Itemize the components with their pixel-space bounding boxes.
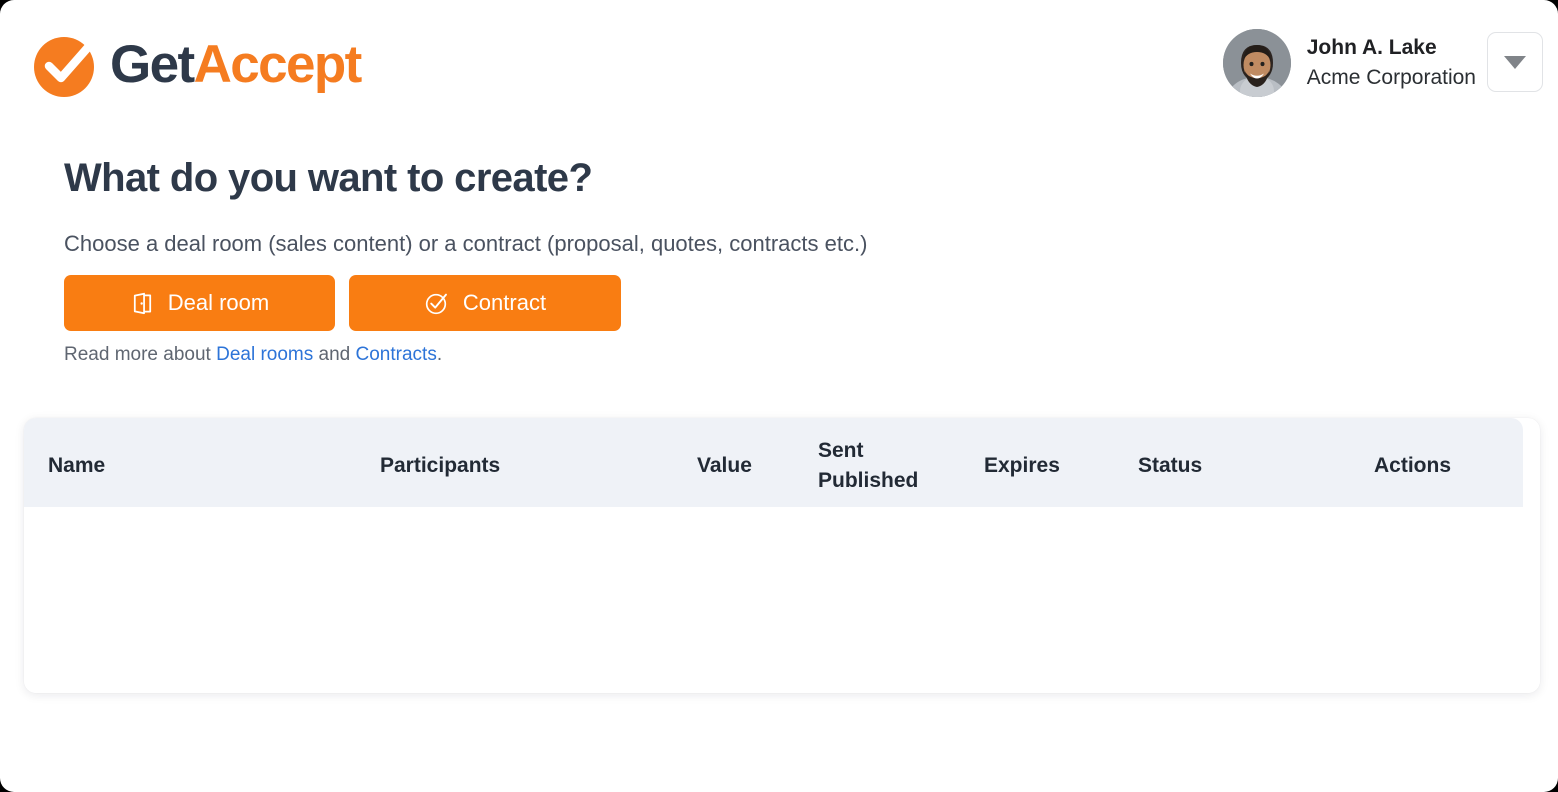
create-contract-label: Contract xyxy=(462,290,547,315)
deal-rooms-link[interactable]: Deal rooms xyxy=(216,344,313,365)
create-deal-room-button[interactable]: Deal room xyxy=(64,275,335,331)
avatar xyxy=(1222,29,1291,97)
column-header-sent-published[interactable]: Sent Published xyxy=(818,436,918,497)
chevron-down-icon xyxy=(1504,55,1526,69)
app-page: GetAccept John A. Lake Acme Corporation … xyxy=(0,0,1558,792)
column-header-value[interactable]: Value xyxy=(697,451,752,481)
user-organization: Acme Corporation xyxy=(1306,65,1476,89)
contracts-link[interactable]: Contracts xyxy=(356,344,437,365)
check-circle-icon xyxy=(424,290,450,316)
create-deal-room-label: Deal room xyxy=(167,290,270,315)
read-more-suffix: . xyxy=(436,344,443,365)
user-menu-dropdown-button[interactable] xyxy=(1487,32,1543,92)
create-actions: Deal room Contract xyxy=(64,275,621,331)
open-door-icon xyxy=(130,291,155,316)
column-header-participants[interactable]: Participants xyxy=(380,451,500,481)
column-header-name[interactable]: Name xyxy=(48,451,105,481)
column-header-expires[interactable]: Expires xyxy=(984,451,1060,481)
column-header-status[interactable]: Status xyxy=(1138,451,1202,481)
table-header-row: Name Participants Value Sent Published E… xyxy=(24,418,1523,507)
read-more-prefix: Read more about xyxy=(64,344,217,365)
top-bar: GetAccept John A. Lake Acme Corporation xyxy=(0,0,1558,128)
user-profile[interactable]: John A. Lake Acme Corporation xyxy=(1222,26,1476,100)
getaccept-logo-mark-icon xyxy=(28,25,106,103)
page-title: What do you want to create? xyxy=(64,156,593,200)
read-more-middle: and xyxy=(313,344,356,365)
user-name: John A. Lake xyxy=(1306,36,1437,60)
create-contract-button[interactable]: Contract xyxy=(349,275,621,331)
logo-text-accept: Accept xyxy=(193,34,363,94)
logo-text-get: Get xyxy=(110,34,195,94)
column-header-actions: Actions xyxy=(1374,454,1452,477)
getaccept-logo[interactable]: GetAccept xyxy=(28,24,363,104)
read-more-text: Read more about Deal rooms and Contracts… xyxy=(64,344,442,366)
page-subtitle: Choose a deal room (sales content) or a … xyxy=(64,231,868,256)
documents-table-card: Name Participants Value Sent Published E… xyxy=(24,418,1540,693)
table-body-empty xyxy=(24,507,1540,693)
